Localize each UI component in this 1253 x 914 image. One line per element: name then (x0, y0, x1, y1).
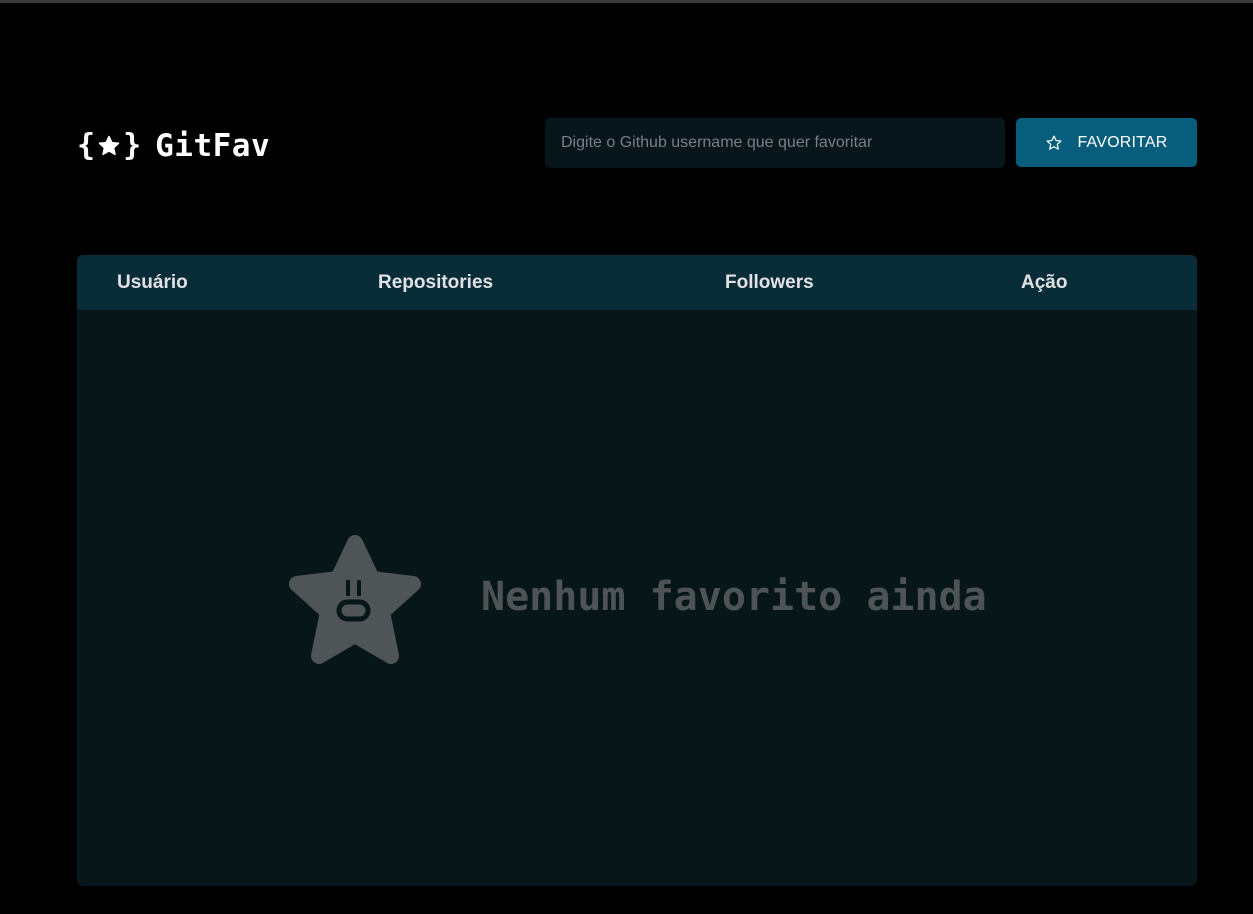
column-header-followers: Followers (725, 272, 814, 293)
logo-left-brace: { (77, 128, 96, 163)
empty-state-message: Nenhum favorito ainda (481, 574, 987, 620)
column-header-user: Usuário (117, 272, 188, 293)
app-title: GitFav (155, 128, 271, 164)
app-header: { } GitFav FAVORITAR (77, 118, 1197, 168)
window-top-edge (0, 0, 1253, 3)
sad-star-icon (289, 535, 421, 664)
favorites-table: Usuário Repositories Followers Ação Nenh… (77, 255, 1197, 886)
column-header-repositories: Repositories (378, 272, 494, 293)
logo-star-icon (98, 135, 120, 156)
star-outline-icon (1046, 135, 1062, 150)
search-input[interactable] (545, 118, 1005, 168)
column-header-action: Ação (1021, 272, 1068, 293)
favorite-button-label: FAVORITAR (1077, 133, 1168, 151)
logo-right-brace: } (123, 128, 142, 163)
table-header: Usuário Repositories Followers Ação (77, 255, 1197, 310)
logo-mark: { } (77, 131, 141, 161)
logo: { } GitFav (77, 128, 270, 164)
empty-state: Nenhum favorito ainda (77, 310, 1197, 886)
favorite-button[interactable]: FAVORITAR (1016, 118, 1197, 167)
